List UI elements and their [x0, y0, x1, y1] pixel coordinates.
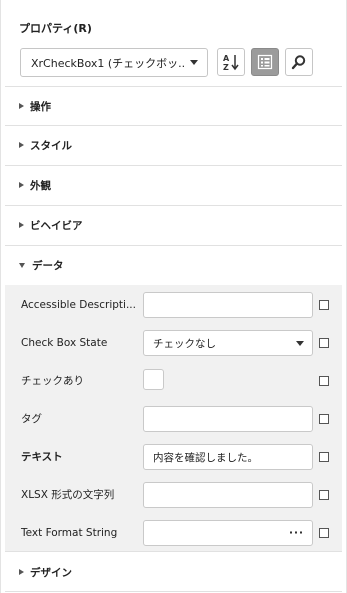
object-selector[interactable]: XrCheckBox1 (チェックボッ... — [20, 48, 208, 77]
checked-checkbox[interactable] — [143, 369, 164, 390]
section-design[interactable]: デザイン — [5, 552, 342, 592]
property-label: タグ — [21, 413, 42, 425]
property-marker-checkbox[interactable] — [319, 528, 329, 538]
section-appearance[interactable]: 外観 — [5, 165, 342, 205]
section-label: デザイン — [30, 566, 72, 579]
property-row-tag: タグ — [5, 400, 342, 438]
chevron-down-icon — [19, 262, 25, 268]
property-row-accessible-description: Accessible Descripti... — [5, 286, 342, 324]
section-label: データ — [32, 259, 64, 272]
svg-text:Z: Z — [223, 63, 229, 72]
property-marker-checkbox[interactable] — [319, 452, 329, 462]
xlsx-format-input[interactable] — [143, 482, 313, 508]
text-input[interactable]: 内容を確認しました。 — [143, 444, 313, 470]
sort-alphabetical-icon: A Z — [223, 54, 239, 72]
chevron-right-icon — [19, 103, 24, 109]
text-format-string-input[interactable]: ··· — [143, 520, 313, 546]
property-row-text-format-string: Text Format String ··· — [5, 514, 342, 552]
categorized-view-icon — [257, 54, 273, 70]
accessible-description-input[interactable] — [143, 292, 313, 318]
tag-input[interactable] — [143, 406, 313, 432]
chevron-right-icon — [19, 142, 24, 148]
property-row-check-box-state: Check Box State チェックなし — [5, 324, 342, 362]
property-label: テキスト — [21, 451, 63, 463]
chevron-right-icon — [19, 222, 24, 228]
ellipsis-button[interactable]: ··· — [289, 527, 304, 539]
property-marker-checkbox[interactable] — [319, 490, 329, 500]
section-label: ビヘイビア — [30, 219, 83, 232]
categorized-view-button[interactable] — [251, 48, 279, 76]
property-label: XLSX 形式の文字列 — [21, 489, 115, 501]
property-marker-checkbox[interactable] — [319, 300, 329, 310]
chevron-down-icon — [190, 60, 198, 65]
property-label: Text Format String — [21, 527, 118, 539]
check-box-state-select[interactable]: チェックなし — [143, 330, 313, 356]
chevron-right-icon — [19, 182, 24, 188]
section-data[interactable]: データ — [5, 245, 342, 285]
divider — [5, 591, 342, 592]
properties-panel: プロパティ(R) XrCheckBox1 (チェックボッ... A Z 操作 ス… — [0, 0, 347, 593]
property-row-checked: チェックあり — [5, 362, 342, 400]
panel-title: プロパティ(R) — [19, 22, 92, 35]
property-row-text: テキスト 内容を確認しました。 — [5, 438, 342, 476]
section-style[interactable]: スタイル — [5, 125, 342, 165]
section-actions[interactable]: 操作 — [5, 86, 342, 126]
section-label: 操作 — [30, 100, 51, 113]
property-marker-checkbox[interactable] — [319, 338, 329, 348]
search-button[interactable] — [285, 48, 313, 76]
property-marker-checkbox[interactable] — [319, 414, 329, 424]
check-box-state-value: チェックなし — [153, 337, 216, 350]
object-selector-value: XrCheckBox1 (チェックボッ... — [31, 56, 184, 70]
chevron-right-icon — [19, 569, 24, 575]
section-label: 外観 — [30, 179, 51, 192]
property-marker-checkbox[interactable] — [319, 376, 329, 386]
property-label: チェックあり — [21, 375, 84, 387]
search-icon — [291, 55, 306, 70]
sort-alphabetical-button[interactable]: A Z — [217, 48, 245, 76]
section-behavior[interactable]: ビヘイビア — [5, 205, 342, 245]
chevron-down-icon — [296, 340, 304, 346]
section-label: スタイル — [30, 139, 72, 152]
property-label: Check Box State — [21, 337, 108, 349]
property-label: Accessible Descripti... — [21, 299, 136, 311]
property-row-xlsx-format: XLSX 形式の文字列 — [5, 476, 342, 514]
svg-text:A: A — [223, 54, 230, 63]
